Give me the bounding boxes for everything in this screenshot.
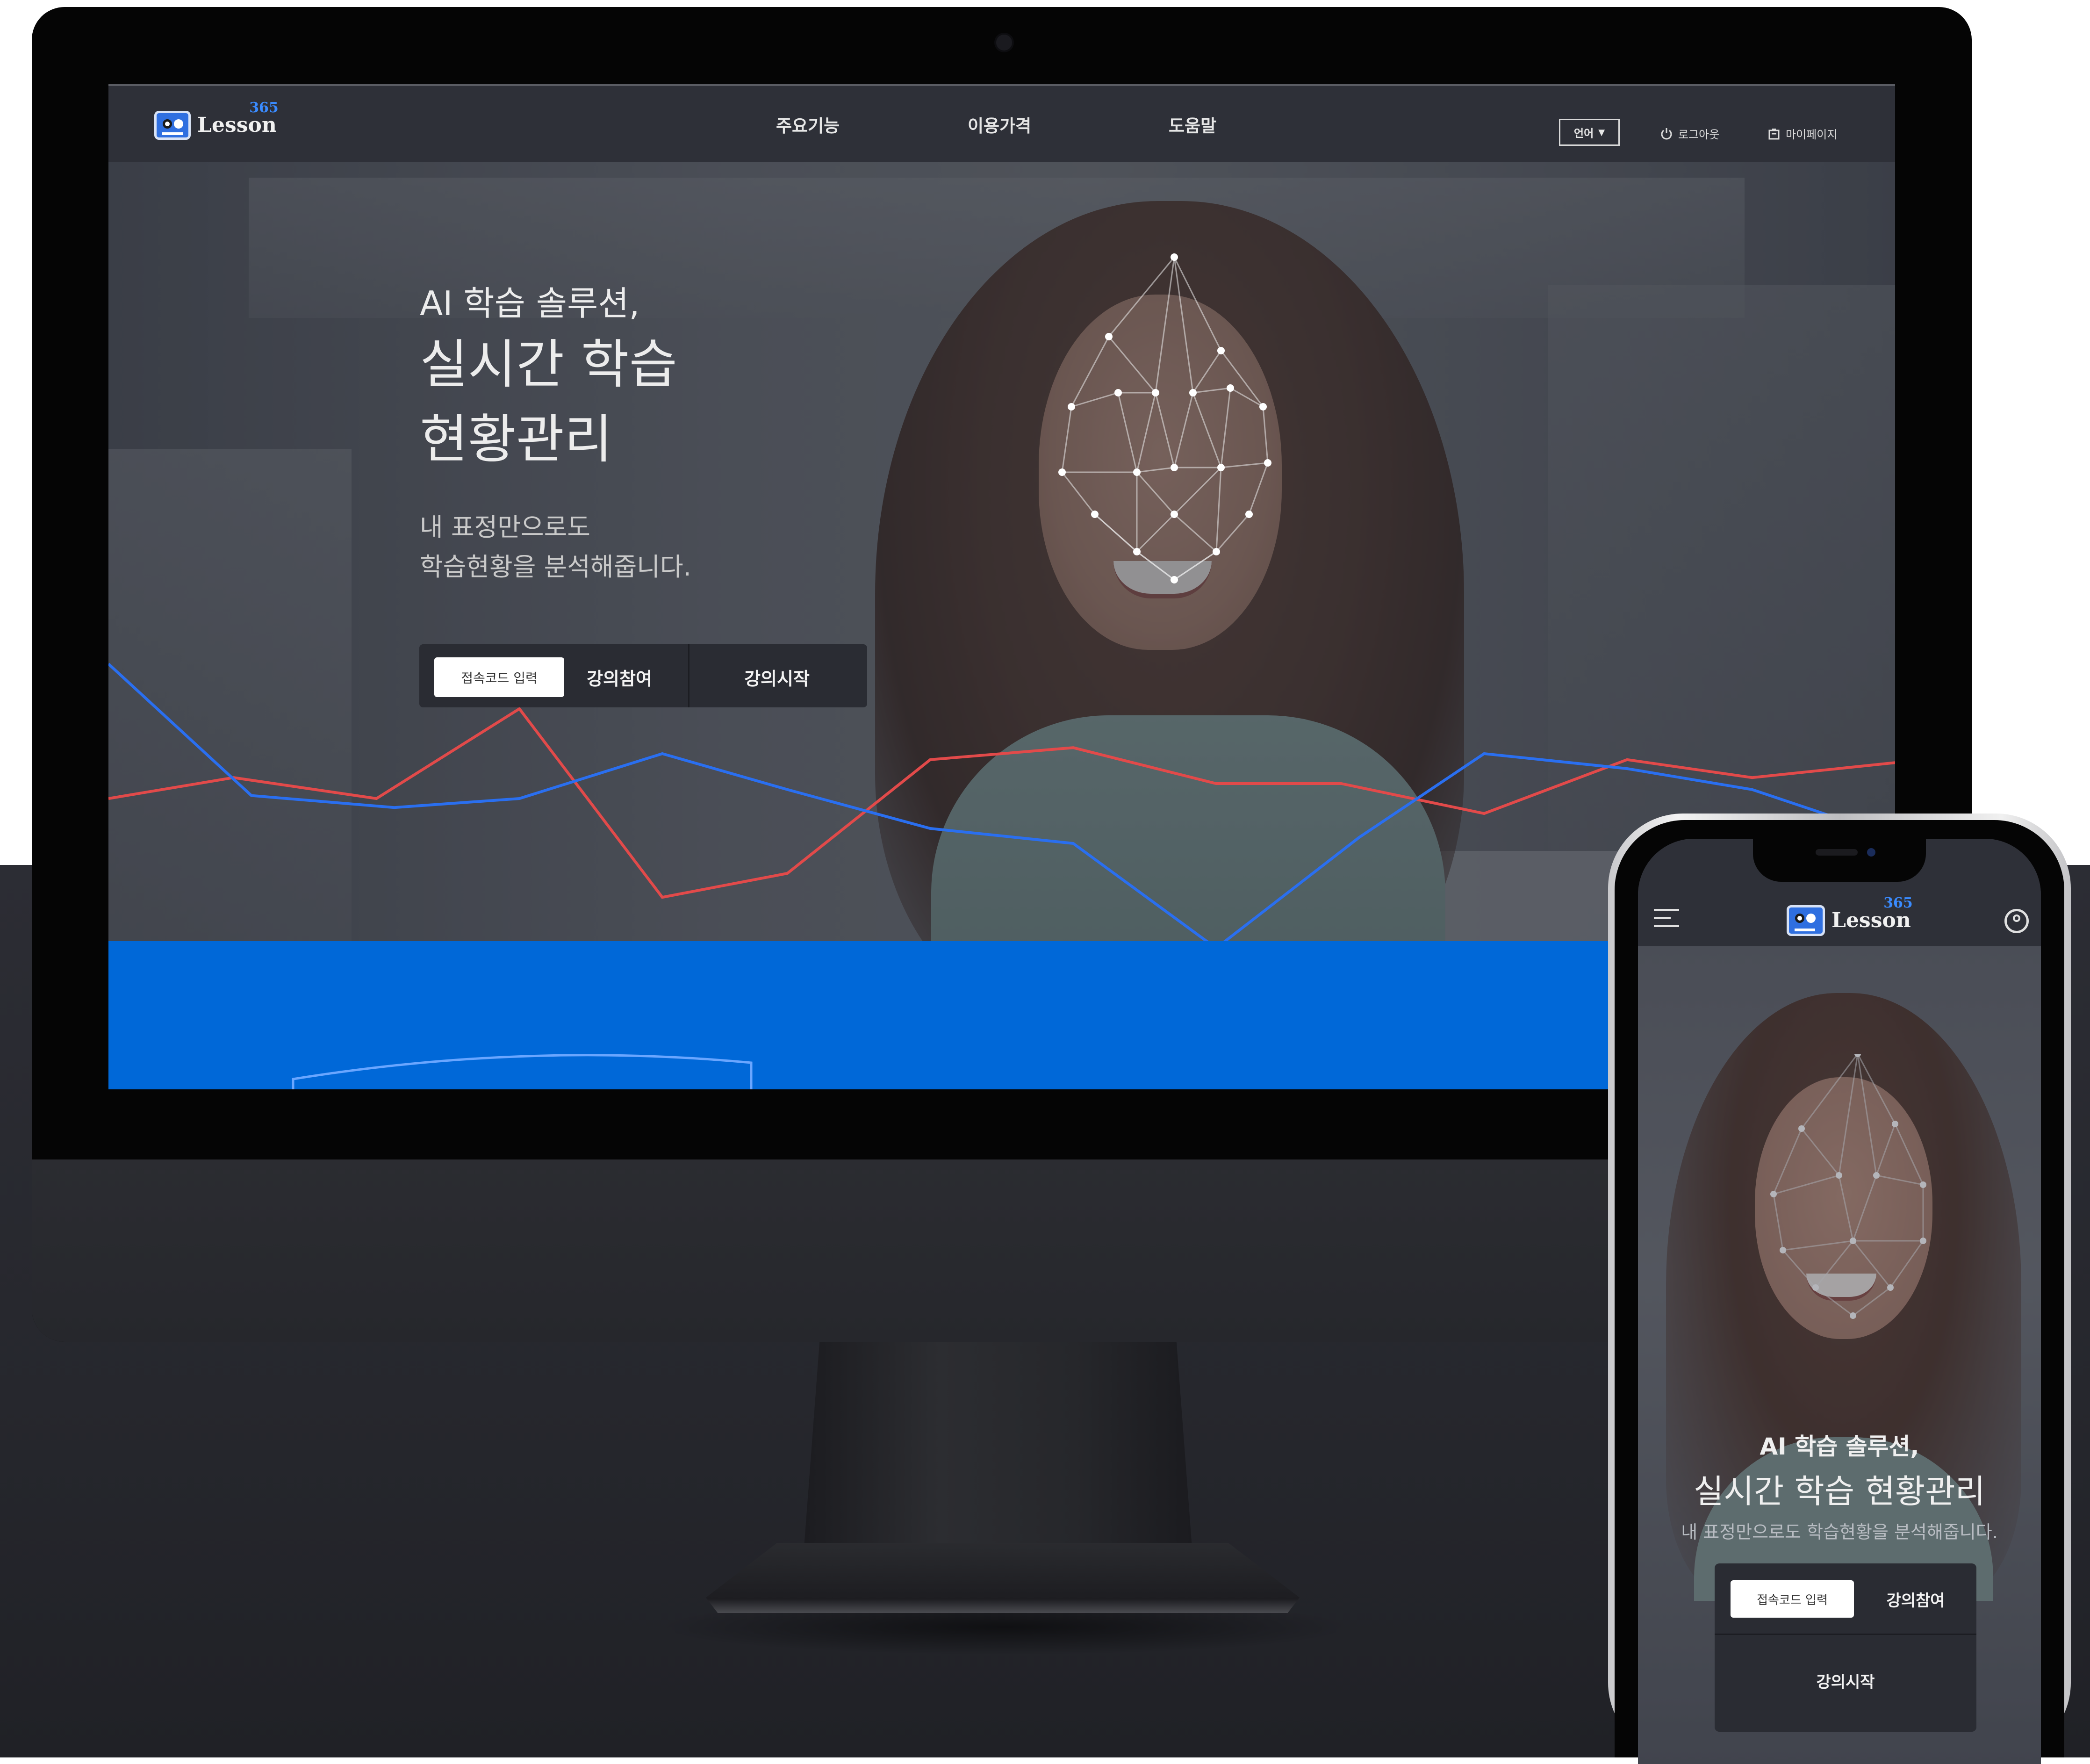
- caret-down-icon: ▼: [1598, 127, 1605, 137]
- mobile-logo-number: 365: [1883, 895, 1913, 911]
- camera-icon: [994, 33, 1014, 52]
- hamburger-icon[interactable]: [1654, 909, 1679, 928]
- logo-word: Lesson: [197, 113, 277, 137]
- logo-robot-icon: [154, 111, 191, 140]
- mobile-access-code-box: 접속코드 입력 강의참여 강의시작: [1715, 1563, 1976, 1732]
- mobile-logo-robot-icon: [1787, 905, 1825, 936]
- logout-link[interactable]: 로그아웃: [1659, 125, 1719, 142]
- face-mesh-icon: [1058, 253, 1271, 583]
- mobile-screen: AI 학습 솔루션, 실시간 학습 현황관리 내 표정만으로도 학습현황을 분석…: [1638, 839, 2041, 1764]
- language-select[interactable]: 언어 ▼: [1559, 119, 1620, 146]
- mobile-start-lecture-button[interactable]: 강의시작: [1715, 1648, 1976, 1713]
- imac-stand-base: [706, 1543, 1300, 1613]
- access-code-input[interactable]: 접속코드 입력: [434, 657, 564, 697]
- nav-item-features[interactable]: 주요기능: [776, 112, 840, 137]
- hero-desc-line2: 학습현황을 분석해줍니다.: [420, 552, 691, 582]
- cta-divider: [688, 644, 689, 707]
- hero-description: 내 표정만으로도 학습현황을 분석해줍니다.: [420, 507, 691, 587]
- power-icon: [1661, 128, 1672, 139]
- mobile-cta-divider: [1715, 1634, 1976, 1635]
- top-navbar: Lesson 365 주요기능 이용가격 도움말 언어 ▼ 로그아웃 마이페이지: [108, 84, 1895, 162]
- start-lecture-button[interactable]: 강의시작: [690, 657, 863, 697]
- user-icon[interactable]: [2004, 909, 2029, 933]
- access-code-box: 접속코드 입력 강의참여 강의시작: [419, 644, 867, 707]
- mobile-logo-word: Lesson: [1831, 908, 1911, 932]
- hero-title: 실시간 학습 현황관리: [420, 327, 677, 477]
- logo-number: 365: [249, 100, 279, 116]
- phone-frame: AI 학습 솔루션, 실시간 학습 현황관리 내 표정만으로도 학습현황을 분석…: [1608, 814, 2071, 1764]
- mobile-hero-title: 실시간 학습 현황관리: [1693, 1472, 1986, 1511]
- mobile-hero: AI 학습 솔루션, 실시간 학습 현황관리 내 표정만으로도 학습현황을 분석…: [1638, 946, 2041, 1764]
- mypage-label: 마이페이지: [1786, 128, 1838, 141]
- phone-notch: [1753, 839, 1926, 882]
- hero-title-line2: 현황관리: [420, 409, 613, 470]
- mobile-logo[interactable]: Lesson 365: [1787, 896, 1913, 939]
- mobile-hero-description: 내 표정만으로도 학습현황을 분석해줍니다.: [1681, 1522, 1998, 1542]
- hero-subtitle: AI 학습 솔루션,: [420, 284, 640, 323]
- building-icon: [1768, 128, 1780, 139]
- language-label: 언어: [1573, 128, 1594, 140]
- join-lecture-button[interactable]: 강의참여: [570, 657, 669, 697]
- logout-label: 로그아웃: [1678, 128, 1720, 141]
- mobile-access-code-input[interactable]: 접속코드 입력: [1731, 1580, 1854, 1618]
- hero-desc-line1: 내 표정만으로도: [420, 512, 590, 542]
- logo[interactable]: Lesson 365: [154, 101, 279, 144]
- hero-title-line1: 실시간 학습: [420, 334, 677, 395]
- nav-item-pricing[interactable]: 이용가격: [968, 112, 1031, 137]
- mobile-hero-subtitle: AI 학습 솔루션,: [1760, 1433, 1919, 1460]
- band-curve: [292, 1054, 753, 1089]
- front-camera-icon: [1867, 848, 1875, 857]
- speaker-icon: [1816, 849, 1858, 856]
- mypage-link[interactable]: 마이페이지: [1767, 125, 1837, 142]
- imac-stand: [804, 1342, 1192, 1548]
- mobile-join-lecture-button[interactable]: 강의참여: [1855, 1580, 1976, 1618]
- nav-item-help[interactable]: 도움말: [1169, 112, 1216, 137]
